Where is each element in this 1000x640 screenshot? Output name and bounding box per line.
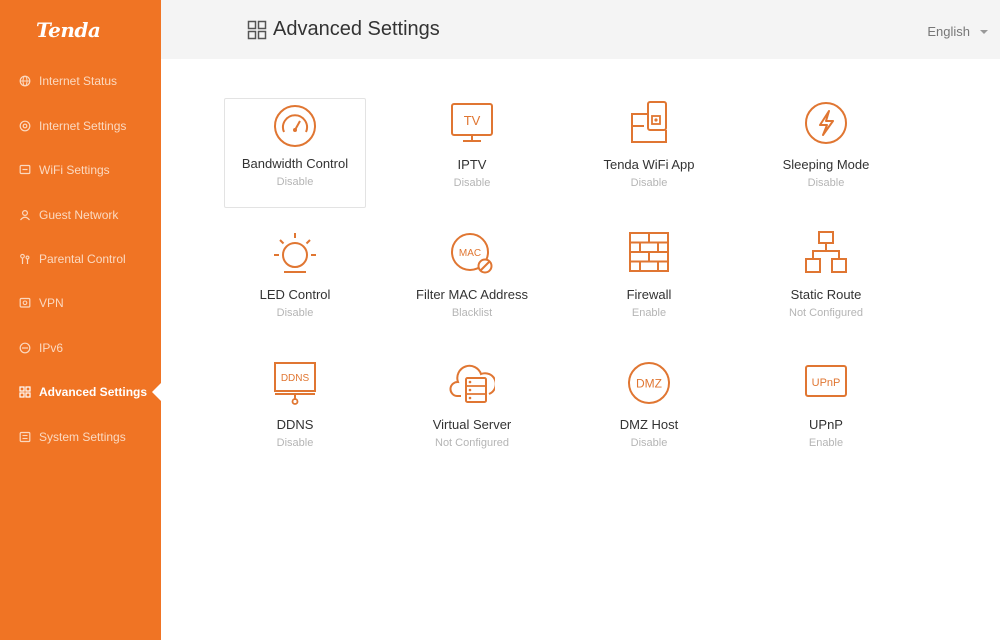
- sidebar-item-label: System Settings: [39, 430, 126, 444]
- feature-name: IPTV: [457, 157, 487, 172]
- brick-wall-icon: [629, 232, 669, 272]
- page-title-text: Advanced Settings: [273, 18, 440, 40]
- feature-tile-ddns[interactable]: DDNS DDNS Disable: [224, 360, 366, 470]
- feature-name: Filter MAC Address: [416, 287, 528, 302]
- feature-name: Static Route: [790, 287, 862, 302]
- system-icon: [19, 431, 31, 443]
- feature-status: Disable: [276, 307, 314, 319]
- svg-text:UPnP: UPnP: [812, 377, 841, 389]
- feature-tile-virtual-server[interactable]: Virtual Server Not Configured: [401, 360, 543, 470]
- cloud-server-icon: [449, 364, 495, 403]
- feature-tile-filter-mac-address[interactable]: MAC Filter MAC Address Blacklist: [401, 230, 543, 340]
- grid-icon: [247, 20, 267, 40]
- feature-tile-dmz-host[interactable]: DMZ DMZ Host Disable: [578, 360, 720, 470]
- router-admin-app: Tenda Internet Status Internet Settings …: [0, 0, 1000, 640]
- svg-text:DDNS: DDNS: [281, 373, 310, 384]
- feature-name: UPnP: [809, 417, 843, 432]
- feature-status: Disable: [276, 437, 314, 449]
- parental-icon: [19, 253, 31, 265]
- ipv6-icon: [19, 342, 31, 354]
- feature-name: Firewall: [626, 287, 672, 302]
- language-value: English: [927, 24, 970, 39]
- feature-status: Disable: [276, 176, 314, 188]
- feature-status: Disable: [807, 177, 845, 189]
- feature-status: Not Configured: [789, 307, 863, 319]
- feature-name: DDNS: [276, 417, 314, 432]
- settings-icon: [19, 120, 31, 132]
- tv-icon: TV: [451, 103, 493, 142]
- sidebar-item-parental-control[interactable]: Parental Control: [0, 244, 161, 274]
- feature-tile-led-control[interactable]: LED Control Disable: [224, 230, 366, 340]
- feature-tile-upnp[interactable]: UPnP UPnP Enable: [755, 360, 897, 470]
- feature-tile-firewall[interactable]: Firewall Enable: [578, 230, 720, 340]
- dmz-icon: DMZ: [628, 362, 670, 404]
- feature-tile-sleeping-mode[interactable]: Sleeping Mode Disable: [755, 100, 897, 210]
- guest-icon: [19, 209, 31, 221]
- header: Advanced Settings English: [161, 0, 1000, 59]
- phone-app-icon: [631, 101, 667, 143]
- feature-name: Bandwidth Control: [241, 156, 349, 171]
- wifi-icon: [19, 164, 31, 176]
- sidebar-item-label: Parental Control: [39, 252, 126, 266]
- feature-name: Sleeping Mode: [782, 157, 870, 172]
- tenda-logo: Tenda: [36, 18, 101, 42]
- language-select[interactable]: English: [927, 24, 988, 39]
- feature-tile-tenda-wifi-app[interactable]: Tenda WiFi App Disable: [578, 100, 720, 210]
- feature-tile-static-route[interactable]: Static Route Not Configured: [755, 230, 897, 340]
- sidebar-item-label: WiFi Settings: [39, 163, 110, 177]
- grid-icon: [19, 386, 31, 398]
- sidebar-item-guest-network[interactable]: Guest Network: [0, 200, 161, 230]
- sidebar: Tenda Internet Status Internet Settings …: [0, 0, 161, 640]
- svg-text:DMZ: DMZ: [636, 377, 662, 391]
- globe-icon: [19, 75, 31, 87]
- mac-filter-icon: MAC: [451, 233, 493, 274]
- feature-status: Blacklist: [451, 307, 493, 319]
- sidebar-item-ipv6[interactable]: IPv6: [0, 333, 161, 363]
- feature-status: Disable: [453, 177, 491, 189]
- sidebar-item-system-settings[interactable]: System Settings: [0, 422, 161, 452]
- feature-name: Tenda WiFi App: [603, 157, 695, 172]
- feature-name: LED Control: [259, 287, 331, 302]
- speedometer-icon: [274, 105, 316, 147]
- feature-tile-bandwidth-control[interactable]: Bandwidth Control Disable: [224, 98, 366, 208]
- feature-name: Virtual Server: [432, 417, 512, 432]
- feature-name: DMZ Host: [619, 417, 679, 432]
- sidebar-item-label: VPN: [39, 296, 64, 310]
- lightning-icon: [805, 102, 847, 144]
- page-title: Advanced Settings: [247, 18, 440, 41]
- sidebar-item-vpn[interactable]: VPN: [0, 288, 161, 318]
- feature-status: Disable: [630, 437, 668, 449]
- sidebar-item-internet-status[interactable]: Internet Status: [0, 66, 161, 96]
- feature-status: Not Configured: [435, 437, 509, 449]
- sidebar-item-label: Internet Settings: [39, 119, 127, 133]
- sidebar-item-label: IPv6: [39, 341, 64, 355]
- svg-text:MAC: MAC: [459, 248, 481, 259]
- sidebar-item-wifi-settings[interactable]: WiFi Settings: [0, 155, 161, 185]
- sidebar-item-label: Guest Network: [39, 208, 119, 222]
- sidebar-item-label: Advanced Settings: [39, 385, 148, 399]
- upnp-icon: UPnP: [805, 365, 847, 397]
- chevron-down-icon: [980, 29, 988, 34]
- ddns-icon: DDNS: [274, 362, 316, 405]
- vpn-icon: [19, 297, 31, 309]
- svg-text:TV: TV: [464, 113, 481, 128]
- sidebar-item-label: Internet Status: [39, 74, 118, 88]
- route-icon: [805, 231, 847, 273]
- feature-status: Disable: [630, 177, 668, 189]
- feature-tile-iptv[interactable]: TV IPTV Disable: [401, 100, 543, 210]
- feature-status: Enable: [631, 307, 667, 319]
- sun-icon: [274, 233, 316, 273]
- feature-status: Enable: [808, 437, 844, 449]
- sidebar-item-advanced-settings[interactable]: Advanced Settings: [0, 377, 161, 407]
- sidebar-item-internet-settings[interactable]: Internet Settings: [0, 111, 161, 141]
